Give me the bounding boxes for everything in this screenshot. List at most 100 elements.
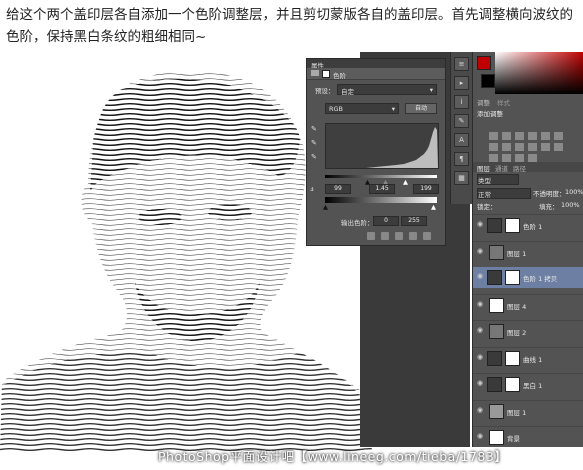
kind-label: 类型: [478, 177, 491, 185]
properties-header: 色阶: [307, 68, 445, 80]
kind-filter-select[interactable]: 类型: [477, 174, 519, 185]
photo-filter-icon[interactable]: [515, 143, 524, 151]
invert-icon[interactable]: [554, 143, 563, 151]
swatches-icon[interactable]: ▦: [454, 171, 469, 185]
input-gamma-field[interactable]: 1.45: [369, 184, 395, 194]
black-eyedropper-icon[interactable]: ✎: [311, 125, 319, 133]
paths-tab[interactable]: 路径: [513, 163, 526, 173]
layer-mask-thumbnail[interactable]: [505, 270, 520, 285]
eye-visibility-icon[interactable]: ◉: [477, 327, 485, 334]
panel-titlebar[interactable]: 属性: [307, 59, 445, 70]
layer-name: 曲线 1: [523, 355, 543, 364]
gray-eyedropper-icon[interactable]: ✎: [311, 139, 319, 147]
levels-icon[interactable]: [502, 132, 511, 140]
info-icon[interactable]: i: [454, 95, 469, 109]
layer-thumbnail: [489, 430, 504, 445]
history-icon[interactable]: ≡: [454, 57, 469, 71]
layer-mask-thumbnail[interactable]: [505, 377, 520, 392]
auto-button[interactable]: 自动: [405, 103, 437, 114]
brightness-icon[interactable]: [489, 132, 498, 140]
layer-name: 背景: [507, 435, 520, 443]
threshold-icon[interactable]: [502, 154, 511, 162]
layer-row[interactable]: ◉ 图层 2: [473, 320, 583, 341]
layer-row[interactable]: ◉ 色阶 1 拷贝: [473, 267, 583, 288]
styles-tab[interactable]: 样式: [497, 97, 510, 107]
foreground-color-swatch[interactable]: [477, 56, 491, 70]
preset-label: 预设：: [315, 87, 335, 95]
exposure-icon[interactable]: [528, 132, 537, 140]
preset-value: 自定: [341, 88, 354, 96]
white-eyedropper-icon[interactable]: ✎: [311, 153, 319, 161]
layer-row[interactable]: ◉ 色阶 1: [473, 214, 583, 235]
curves-icon[interactable]: [515, 132, 524, 140]
black-white-icon[interactable]: [502, 143, 511, 151]
input-white-slider[interactable]: ▲: [403, 178, 408, 186]
visibility-icon[interactable]: [409, 232, 417, 240]
posterize-icon[interactable]: [489, 154, 498, 162]
opacity-label: 不透明度：: [533, 190, 566, 198]
adjustment-layer-icon: [487, 377, 502, 392]
layer-name: 图层 4: [507, 302, 527, 311]
channel-select[interactable]: RGB ▾: [325, 103, 399, 114]
mask-icon[interactable]: [322, 70, 330, 78]
paragraph-icon[interactable]: ¶: [454, 152, 469, 166]
channels-tab[interactable]: 通道: [495, 163, 508, 173]
adjustments-tab[interactable]: 调整: [477, 97, 490, 107]
layer-name: 图层 2: [507, 329, 527, 337]
blend-mode-select[interactable]: 正常: [477, 188, 531, 199]
vibrance-icon[interactable]: [541, 132, 550, 140]
layer-mask-thumbnail[interactable]: [505, 218, 520, 233]
histogram: [325, 123, 439, 169]
eye-visibility-icon[interactable]: ◉: [477, 247, 485, 255]
output-white-slider[interactable]: ▲: [431, 203, 436, 211]
eye-visibility-icon[interactable]: ◉: [477, 380, 485, 387]
selective-color-icon[interactable]: [528, 154, 537, 162]
blend-mode-value: 正常: [478, 191, 491, 199]
layers-tab[interactable]: 图层: [477, 163, 490, 173]
output-levels-gradient: [325, 197, 437, 203]
input-black-field[interactable]: 99: [325, 184, 351, 194]
hue-icon[interactable]: [554, 132, 563, 140]
layer-name: 图层 1: [507, 249, 527, 258]
output-white-field[interactable]: 255: [401, 216, 427, 226]
opacity-value[interactable]: 100%: [565, 188, 583, 196]
layer-row[interactable]: ◉ 背景: [473, 426, 583, 447]
eye-visibility-icon[interactable]: ◉: [477, 353, 485, 361]
layer-row[interactable]: ◉ 曲线 1: [473, 346, 583, 368]
panel-icon-strip: ≡ ▸ i ✎ A ¶ ▦: [450, 52, 472, 204]
output-black-field[interactable]: 0: [373, 216, 399, 226]
preset-select[interactable]: 自定 ▾: [337, 84, 437, 96]
brush-icon[interactable]: ✎: [454, 114, 469, 128]
layer-row[interactable]: ◉ 图层 1: [473, 399, 583, 421]
eye-visibility-icon[interactable]: ◉: [477, 221, 485, 228]
auto-adjust-icon[interactable]: ⅎ: [310, 185, 318, 193]
layer-name: 色阶 1 拷贝: [523, 275, 558, 283]
layer-row[interactable]: ◉ 黑白 1: [473, 373, 583, 394]
layer-mask-thumbnail[interactable]: [505, 350, 520, 366]
color-balance-icon[interactable]: [489, 143, 498, 151]
eye-visibility-icon[interactable]: ◉: [477, 406, 485, 414]
layer-thumbnail: [489, 244, 504, 260]
view-previous-icon[interactable]: [381, 232, 389, 240]
layer-row[interactable]: ◉ 图层 1: [473, 240, 583, 262]
eye-visibility-icon[interactable]: ◉: [477, 300, 485, 308]
eye-visibility-icon[interactable]: ◉: [477, 273, 485, 280]
layer-name: 黑白 1: [523, 382, 543, 390]
delete-icon[interactable]: [423, 232, 431, 240]
output-black-slider[interactable]: ▲: [323, 203, 328, 211]
input-white-field[interactable]: 199: [413, 184, 439, 194]
eye-visibility-icon[interactable]: ◉: [477, 433, 485, 440]
fill-value[interactable]: 100%: [561, 201, 580, 209]
channel-mixer-icon[interactable]: [528, 143, 537, 151]
clip-to-layer-icon[interactable]: [367, 232, 375, 240]
character-icon[interactable]: A: [454, 133, 469, 147]
layer-name: 色阶 1: [523, 223, 543, 231]
color-picker[interactable]: [495, 52, 583, 94]
actions-icon[interactable]: ▸: [454, 76, 469, 90]
gradient-map-icon[interactable]: [515, 154, 524, 162]
layer-row[interactable]: ◉ 图层 4: [473, 293, 583, 315]
color-lookup-icon[interactable]: [541, 143, 550, 151]
background-color-swatch[interactable]: [481, 74, 495, 88]
reset-icon[interactable]: [395, 232, 403, 240]
chevron-down-icon: ▾: [429, 86, 433, 94]
